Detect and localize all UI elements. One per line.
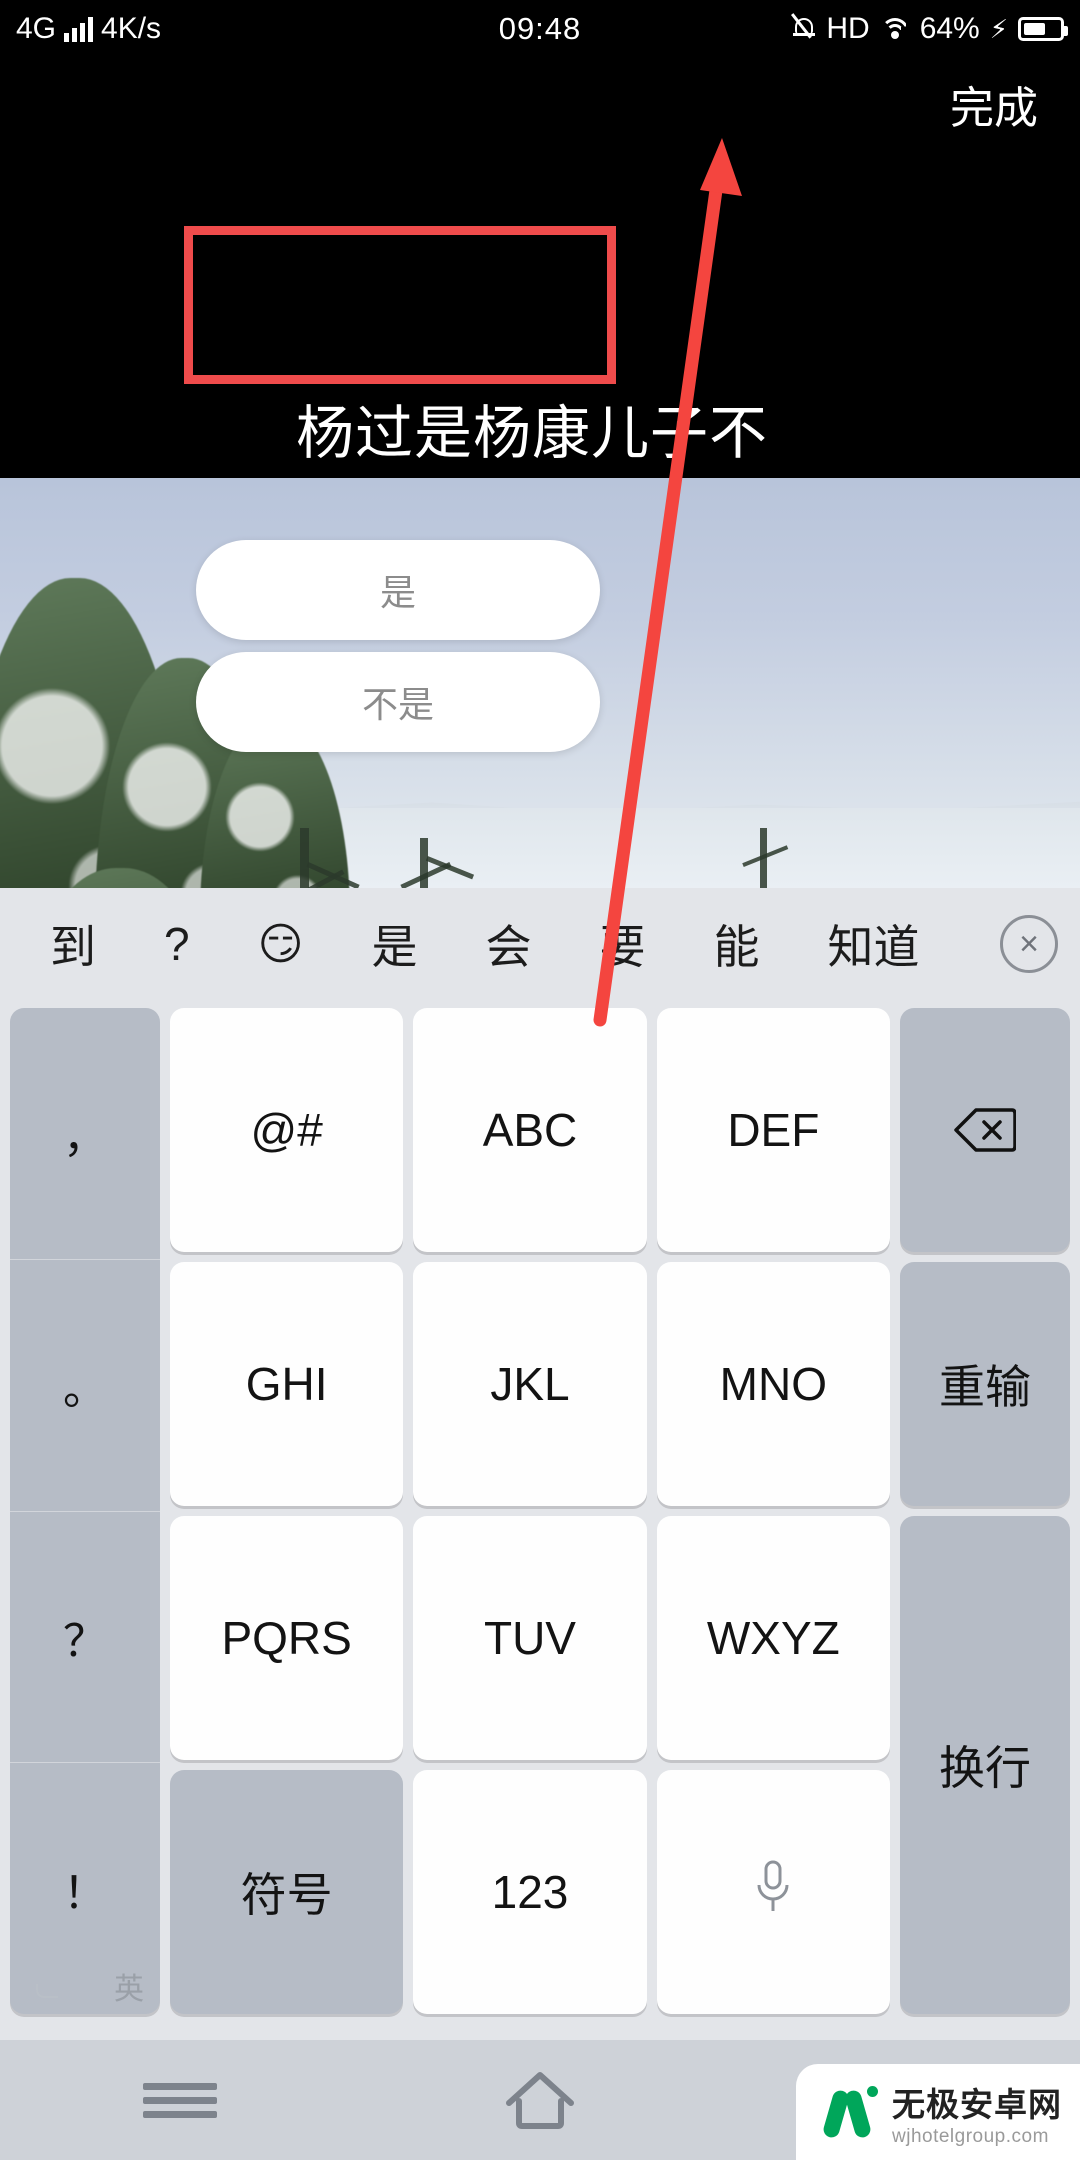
- poll-option-no[interactable]: 不是: [196, 652, 600, 752]
- punctuation-column: ， 。 ？ ！: [10, 1008, 160, 2014]
- key-enter[interactable]: 换行: [899, 1516, 1070, 2014]
- lang-secondary-label: 英: [114, 1973, 144, 2006]
- battery-percent-label: 64%: [919, 12, 980, 45]
- key-symbols[interactable]: 符号: [170, 1770, 404, 2014]
- key-comma[interactable]: ，: [10, 1008, 160, 1260]
- key-symbols-at-hash[interactable]: @#: [170, 1008, 404, 1252]
- menu-icon[interactable]: [125, 2065, 235, 2135]
- key-mno[interactable]: MNO: [656, 1262, 890, 1506]
- key-reinput[interactable]: 重输: [899, 1262, 1070, 1506]
- watermark: 无极安卓网 wjhotelgroup.com: [796, 2064, 1080, 2160]
- key-question[interactable]: ？: [10, 1512, 160, 1764]
- keyboard-grid: ， 。 ？ ！ @# ABC DEF GHI JKL MNO 重输 PQRS T…: [0, 1000, 1080, 2095]
- candidate-item[interactable]: 会: [451, 911, 565, 977]
- charging-bolt-icon: ⚡: [989, 13, 1008, 44]
- wifi-icon: [880, 17, 910, 41]
- watermark-logo-icon: [821, 2084, 880, 2142]
- done-button[interactable]: 完成: [938, 58, 1050, 150]
- key-numbers[interactable]: 123: [413, 1770, 647, 2014]
- key-jkl[interactable]: JKL: [413, 1262, 647, 1506]
- key-voice-input[interactable]: [656, 1770, 890, 2014]
- bell-muted-icon: [791, 13, 816, 42]
- candidate-item[interactable]: ?: [130, 917, 224, 971]
- key-pqrs[interactable]: PQRS: [170, 1516, 404, 1760]
- key-tuv[interactable]: TUV: [413, 1516, 647, 1760]
- candidate-item[interactable]: 知道: [793, 911, 953, 977]
- poll-option-yes[interactable]: 是: [196, 540, 600, 640]
- key-backspace[interactable]: [899, 1008, 1070, 1252]
- status-bar-right: HD 64% ⚡: [791, 12, 1068, 46]
- keyboard: 到 ? 😏 是 会 要 能 知道 × ， 。 ？ ！ @# ABC DEF GH…: [0, 888, 1080, 2095]
- candidate-bar: 到 ? 😏 是 会 要 能 知道 ×: [0, 888, 1080, 1000]
- watermark-text: 无极安卓网 wjhotelgroup.com: [892, 2078, 1062, 2148]
- phone-screen: 4G 4K/s 09:48 HD 64% ⚡ 完成 杨过是杨康儿子不 是 不是 …: [0, 0, 1080, 2160]
- candidate-item[interactable]: 是: [337, 911, 451, 977]
- status-bar: 4G 4K/s 09:48 HD 64% ⚡: [0, 0, 1080, 58]
- candidate-item[interactable]: 能: [679, 911, 793, 977]
- poll-option-label: 不是: [361, 684, 434, 725]
- poll-option-label: 是: [379, 572, 416, 613]
- watermark-site-url: wjhotelgroup.com: [892, 2126, 1049, 2147]
- key-ghi[interactable]: GHI: [170, 1262, 404, 1506]
- compose-text-input[interactable]: 杨过是杨康儿子不: [296, 386, 768, 470]
- battery-icon: [1018, 17, 1068, 41]
- lang-switch-arc-bottom: [36, 1984, 58, 1998]
- microphone-icon: [753, 1859, 793, 1926]
- hd-label: HD: [826, 12, 870, 45]
- watermark-site-name: 无极安卓网: [892, 2086, 1062, 2123]
- key-wxyz[interactable]: WXYZ: [656, 1516, 890, 1760]
- key-def[interactable]: DEF: [656, 1008, 890, 1252]
- close-candidates-icon[interactable]: ×: [1000, 915, 1058, 973]
- key-period[interactable]: 。: [10, 1260, 160, 1512]
- backspace-icon: [954, 1107, 1017, 1153]
- compose-area[interactable]: 杨过是杨康儿子不: [0, 130, 1080, 478]
- candidate-emoji-smirk[interactable]: 😏: [224, 919, 338, 970]
- key-abc[interactable]: ABC: [413, 1008, 647, 1252]
- candidate-item[interactable]: 要: [565, 911, 679, 977]
- candidate-item[interactable]: 到: [16, 911, 130, 977]
- home-icon[interactable]: [485, 2065, 595, 2135]
- candidate-scroll[interactable]: 到 ? 😏 是 会 要 能 知道: [16, 911, 996, 977]
